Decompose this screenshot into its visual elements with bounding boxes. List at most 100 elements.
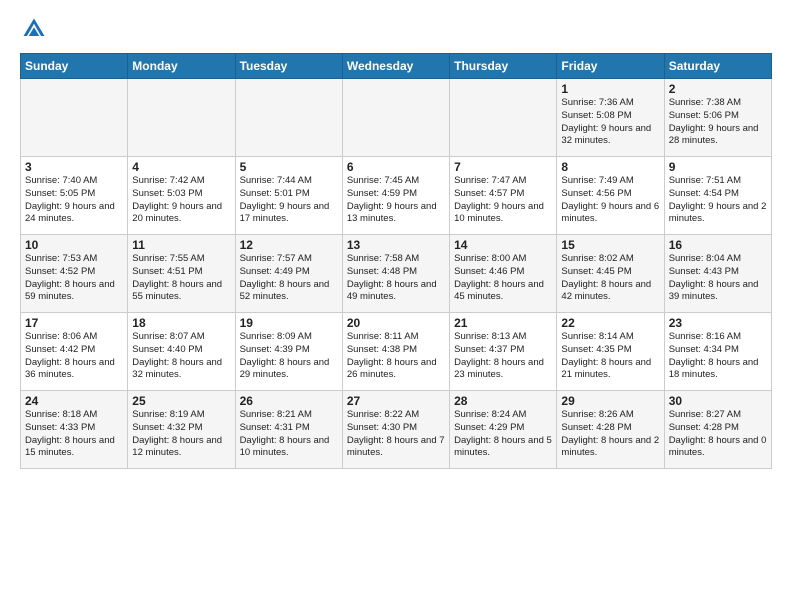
calendar-cell [235, 79, 342, 157]
day-info: Sunrise: 8:02 AM Sunset: 4:45 PM Dayligh… [561, 253, 659, 304]
day-number: 28 [454, 394, 552, 408]
calendar-cell: 5Sunrise: 7:44 AM Sunset: 5:01 PM Daylig… [235, 157, 342, 235]
day-info: Sunrise: 8:27 AM Sunset: 4:28 PM Dayligh… [669, 409, 767, 460]
day-info: Sunrise: 7:58 AM Sunset: 4:48 PM Dayligh… [347, 253, 445, 304]
calendar-week-3: 10Sunrise: 7:53 AM Sunset: 4:52 PM Dayli… [21, 235, 772, 313]
day-number: 14 [454, 238, 552, 252]
logo-icon [20, 15, 48, 43]
weekday-header-thursday: Thursday [450, 54, 557, 79]
day-info: Sunrise: 7:44 AM Sunset: 5:01 PM Dayligh… [240, 175, 338, 226]
day-number: 7 [454, 160, 552, 174]
weekday-header-sunday: Sunday [21, 54, 128, 79]
day-info: Sunrise: 8:04 AM Sunset: 4:43 PM Dayligh… [669, 253, 767, 304]
day-number: 21 [454, 316, 552, 330]
calendar-cell: 28Sunrise: 8:24 AM Sunset: 4:29 PM Dayli… [450, 391, 557, 469]
day-info: Sunrise: 7:47 AM Sunset: 4:57 PM Dayligh… [454, 175, 552, 226]
calendar-cell: 16Sunrise: 8:04 AM Sunset: 4:43 PM Dayli… [664, 235, 771, 313]
day-info: Sunrise: 8:00 AM Sunset: 4:46 PM Dayligh… [454, 253, 552, 304]
day-number: 30 [669, 394, 767, 408]
day-number: 9 [669, 160, 767, 174]
calendar-week-4: 17Sunrise: 8:06 AM Sunset: 4:42 PM Dayli… [21, 313, 772, 391]
calendar-cell: 13Sunrise: 7:58 AM Sunset: 4:48 PM Dayli… [342, 235, 449, 313]
day-info: Sunrise: 8:21 AM Sunset: 4:31 PM Dayligh… [240, 409, 338, 460]
day-info: Sunrise: 8:24 AM Sunset: 4:29 PM Dayligh… [454, 409, 552, 460]
day-number: 27 [347, 394, 445, 408]
day-info: Sunrise: 7:38 AM Sunset: 5:06 PM Dayligh… [669, 97, 767, 148]
day-number: 8 [561, 160, 659, 174]
logo [20, 15, 52, 43]
weekday-header-friday: Friday [557, 54, 664, 79]
day-number: 2 [669, 82, 767, 96]
calendar-cell: 19Sunrise: 8:09 AM Sunset: 4:39 PM Dayli… [235, 313, 342, 391]
calendar-cell: 24Sunrise: 8:18 AM Sunset: 4:33 PM Dayli… [21, 391, 128, 469]
day-number: 6 [347, 160, 445, 174]
day-number: 22 [561, 316, 659, 330]
calendar-table: SundayMondayTuesdayWednesdayThursdayFrid… [20, 53, 772, 469]
day-number: 3 [25, 160, 123, 174]
calendar-cell: 15Sunrise: 8:02 AM Sunset: 4:45 PM Dayli… [557, 235, 664, 313]
day-number: 12 [240, 238, 338, 252]
calendar-cell: 9Sunrise: 7:51 AM Sunset: 4:54 PM Daylig… [664, 157, 771, 235]
calendar-cell: 2Sunrise: 7:38 AM Sunset: 5:06 PM Daylig… [664, 79, 771, 157]
day-number: 17 [25, 316, 123, 330]
calendar-cell: 3Sunrise: 7:40 AM Sunset: 5:05 PM Daylig… [21, 157, 128, 235]
calendar-week-1: 1Sunrise: 7:36 AM Sunset: 5:08 PM Daylig… [21, 79, 772, 157]
day-info: Sunrise: 8:18 AM Sunset: 4:33 PM Dayligh… [25, 409, 123, 460]
day-info: Sunrise: 8:16 AM Sunset: 4:34 PM Dayligh… [669, 331, 767, 382]
day-info: Sunrise: 7:49 AM Sunset: 4:56 PM Dayligh… [561, 175, 659, 226]
day-info: Sunrise: 7:45 AM Sunset: 4:59 PM Dayligh… [347, 175, 445, 226]
day-info: Sunrise: 7:42 AM Sunset: 5:03 PM Dayligh… [132, 175, 230, 226]
calendar-cell [21, 79, 128, 157]
day-info: Sunrise: 8:11 AM Sunset: 4:38 PM Dayligh… [347, 331, 445, 382]
calendar-cell: 8Sunrise: 7:49 AM Sunset: 4:56 PM Daylig… [557, 157, 664, 235]
calendar-cell: 10Sunrise: 7:53 AM Sunset: 4:52 PM Dayli… [21, 235, 128, 313]
calendar-cell: 4Sunrise: 7:42 AM Sunset: 5:03 PM Daylig… [128, 157, 235, 235]
calendar-cell: 11Sunrise: 7:55 AM Sunset: 4:51 PM Dayli… [128, 235, 235, 313]
page-container: SundayMondayTuesdayWednesdayThursdayFrid… [0, 0, 792, 479]
calendar-cell: 17Sunrise: 8:06 AM Sunset: 4:42 PM Dayli… [21, 313, 128, 391]
calendar-cell: 22Sunrise: 8:14 AM Sunset: 4:35 PM Dayli… [557, 313, 664, 391]
weekday-header-wednesday: Wednesday [342, 54, 449, 79]
day-number: 20 [347, 316, 445, 330]
day-number: 18 [132, 316, 230, 330]
header [20, 15, 772, 43]
day-info: Sunrise: 8:09 AM Sunset: 4:39 PM Dayligh… [240, 331, 338, 382]
day-info: Sunrise: 8:13 AM Sunset: 4:37 PM Dayligh… [454, 331, 552, 382]
calendar-cell: 30Sunrise: 8:27 AM Sunset: 4:28 PM Dayli… [664, 391, 771, 469]
day-number: 13 [347, 238, 445, 252]
day-info: Sunrise: 7:53 AM Sunset: 4:52 PM Dayligh… [25, 253, 123, 304]
day-number: 10 [25, 238, 123, 252]
calendar-cell: 29Sunrise: 8:26 AM Sunset: 4:28 PM Dayli… [557, 391, 664, 469]
day-info: Sunrise: 7:51 AM Sunset: 4:54 PM Dayligh… [669, 175, 767, 226]
calendar-cell: 1Sunrise: 7:36 AM Sunset: 5:08 PM Daylig… [557, 79, 664, 157]
day-info: Sunrise: 8:14 AM Sunset: 4:35 PM Dayligh… [561, 331, 659, 382]
calendar-cell [128, 79, 235, 157]
day-number: 26 [240, 394, 338, 408]
calendar-week-2: 3Sunrise: 7:40 AM Sunset: 5:05 PM Daylig… [21, 157, 772, 235]
calendar-cell: 23Sunrise: 8:16 AM Sunset: 4:34 PM Dayli… [664, 313, 771, 391]
day-number: 23 [669, 316, 767, 330]
weekday-header-row: SundayMondayTuesdayWednesdayThursdayFrid… [21, 54, 772, 79]
calendar-cell [450, 79, 557, 157]
calendar-cell: 21Sunrise: 8:13 AM Sunset: 4:37 PM Dayli… [450, 313, 557, 391]
calendar-cell: 6Sunrise: 7:45 AM Sunset: 4:59 PM Daylig… [342, 157, 449, 235]
weekday-header-monday: Monday [128, 54, 235, 79]
calendar-cell: 14Sunrise: 8:00 AM Sunset: 4:46 PM Dayli… [450, 235, 557, 313]
day-info: Sunrise: 8:19 AM Sunset: 4:32 PM Dayligh… [132, 409, 230, 460]
day-info: Sunrise: 7:57 AM Sunset: 4:49 PM Dayligh… [240, 253, 338, 304]
calendar-cell: 20Sunrise: 8:11 AM Sunset: 4:38 PM Dayli… [342, 313, 449, 391]
day-number: 4 [132, 160, 230, 174]
day-info: Sunrise: 7:40 AM Sunset: 5:05 PM Dayligh… [25, 175, 123, 226]
day-number: 25 [132, 394, 230, 408]
calendar-cell: 7Sunrise: 7:47 AM Sunset: 4:57 PM Daylig… [450, 157, 557, 235]
calendar-cell: 27Sunrise: 8:22 AM Sunset: 4:30 PM Dayli… [342, 391, 449, 469]
day-number: 24 [25, 394, 123, 408]
calendar-week-5: 24Sunrise: 8:18 AM Sunset: 4:33 PM Dayli… [21, 391, 772, 469]
day-number: 11 [132, 238, 230, 252]
calendar-body: 1Sunrise: 7:36 AM Sunset: 5:08 PM Daylig… [21, 79, 772, 469]
day-number: 1 [561, 82, 659, 96]
day-info: Sunrise: 7:55 AM Sunset: 4:51 PM Dayligh… [132, 253, 230, 304]
weekday-header-saturday: Saturday [664, 54, 771, 79]
day-number: 16 [669, 238, 767, 252]
day-info: Sunrise: 7:36 AM Sunset: 5:08 PM Dayligh… [561, 97, 659, 148]
